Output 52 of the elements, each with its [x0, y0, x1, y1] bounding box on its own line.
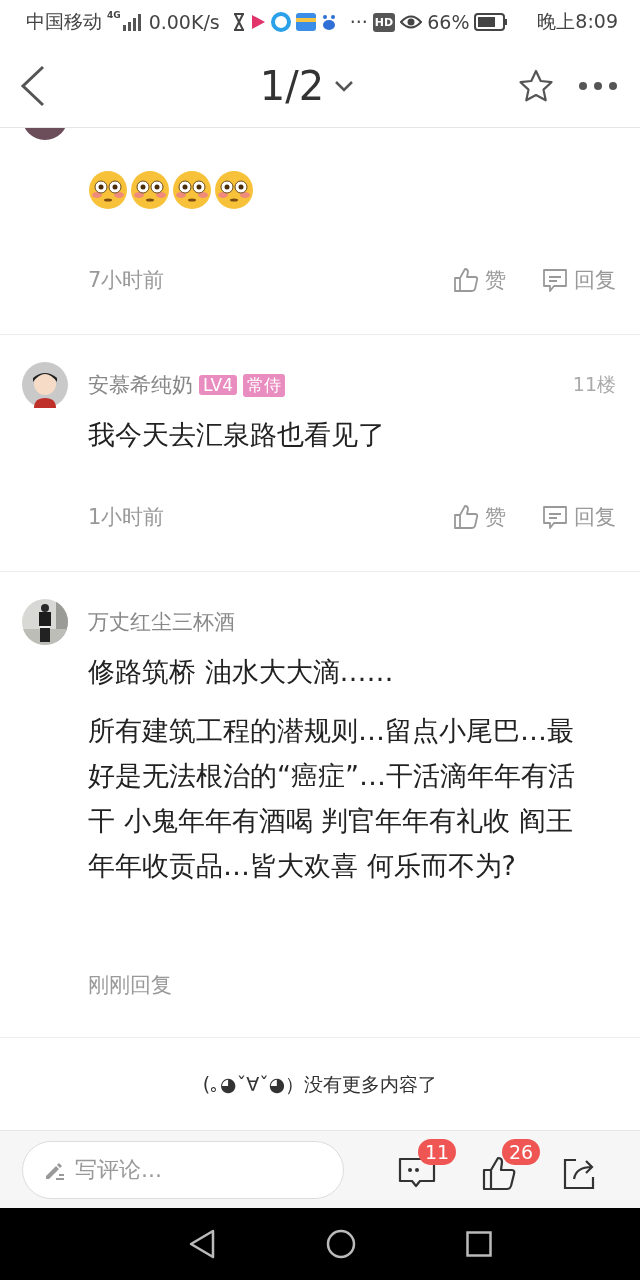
- network-type: 4G: [107, 10, 121, 20]
- more-indicator: ···: [349, 11, 368, 33]
- comment-input-field[interactable]: 写评论...: [22, 1140, 344, 1199]
- recent-apps-icon[interactable]: [466, 1231, 492, 1257]
- hd-badge: HD: [372, 12, 396, 32]
- thumbs-up-icon: [453, 504, 479, 530]
- avatar-icon[interactable]: [22, 362, 68, 408]
- flushed-face-icon: [214, 170, 254, 210]
- like-button[interactable]: 赞: [453, 503, 506, 531]
- share-icon[interactable]: [562, 1156, 596, 1191]
- title-badge: 常侍: [243, 373, 286, 397]
- back-icon[interactable]: [188, 1229, 216, 1259]
- home-icon[interactable]: [326, 1229, 356, 1259]
- comment-time: 1小时前: [88, 504, 165, 531]
- carrier: 中国移动: [26, 9, 102, 34]
- back-icon[interactable]: [20, 64, 46, 107]
- reply-button[interactable]: 回复: [542, 266, 616, 294]
- page-indicator[interactable]: 1/2: [259, 62, 325, 109]
- comment-time: 刚刚回复: [88, 972, 172, 999]
- like-button[interactable]: 赞: [453, 266, 506, 294]
- play-icon: [249, 14, 266, 30]
- battery-percent: 66%: [427, 11, 470, 33]
- battery-icon: [474, 13, 509, 31]
- thumbs-up-icon: [453, 267, 479, 293]
- like-count-badge: 26: [502, 1138, 541, 1165]
- flushed-face-icon: [88, 170, 128, 210]
- more-icon[interactable]: [578, 80, 618, 91]
- comment-time: 7小时前: [88, 267, 165, 294]
- reply-button[interactable]: 回复: [542, 503, 616, 531]
- app-icon: [270, 12, 291, 32]
- comment-icon: [542, 267, 568, 293]
- clock: 晚上8:09: [537, 9, 618, 34]
- wallet-icon: [295, 13, 316, 31]
- hourglass-icon: [232, 13, 245, 31]
- flushed-face-icon: [172, 170, 212, 210]
- signal-icon: [121, 13, 144, 31]
- comment-text: 所有建筑工程的潜规则…留点小尾巴…最好是无法根治的“癌症”…干活滴年年有活干 小鬼年年有酒喝 判官年年有礼收 阎王年年收贡品…皆大欢喜 何乐而不为?: [88, 714, 576, 883]
- end-of-list-note: (｡◕ˇ∀ˇ◕）没有更多内容了: [202, 1072, 438, 1097]
- flushed-face-icon: [130, 170, 170, 210]
- comment-icon: [542, 504, 568, 530]
- user-name[interactable]: 安慕希纯奶: [88, 371, 193, 399]
- user-name[interactable]: 万丈红尘三杯酒: [88, 608, 235, 636]
- star-icon[interactable]: [518, 68, 554, 103]
- network-speed: 0.00K/s: [148, 11, 220, 33]
- floor-number: 11楼: [572, 372, 616, 397]
- paw-icon: [320, 13, 337, 31]
- comment-count-badge: 11: [418, 1138, 457, 1165]
- level-badge: LV4: [199, 375, 238, 395]
- chevron-down-icon[interactable]: [334, 79, 355, 92]
- comment-text: 修路筑桥 油水大大滴……: [88, 655, 395, 689]
- comment-text: 我今天去汇泉路也看见了: [88, 418, 386, 452]
- eye-icon: [400, 14, 423, 30]
